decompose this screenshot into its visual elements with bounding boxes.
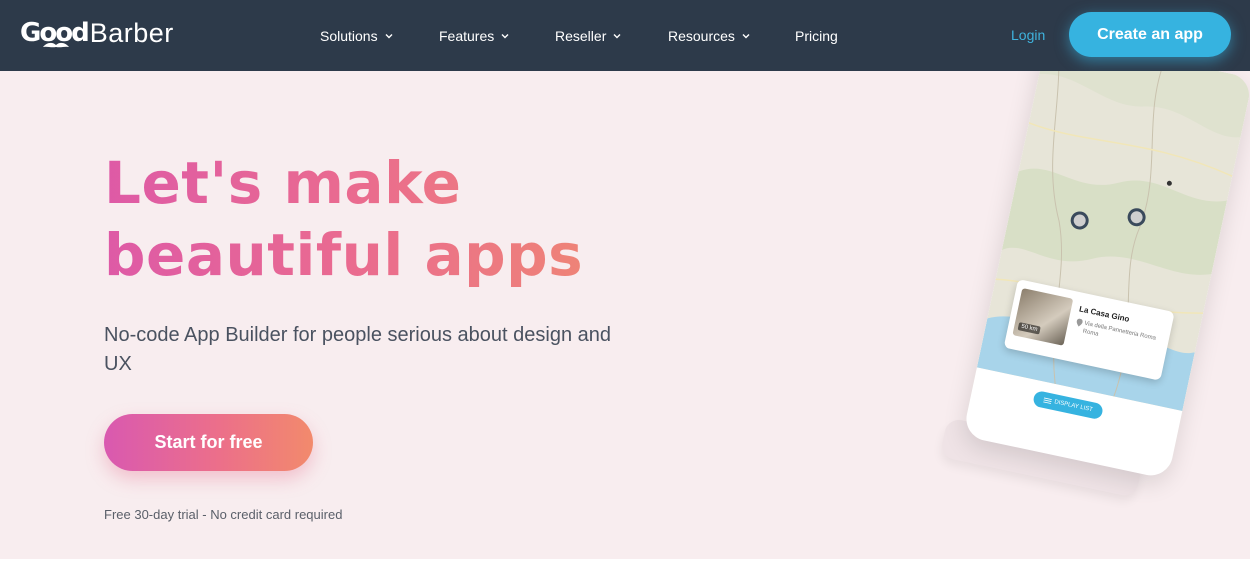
logo-barber-text: Barber xyxy=(89,17,174,48)
display-list-button[interactable]: DISPLAY LIST xyxy=(1032,389,1104,421)
login-link[interactable]: Login xyxy=(1011,27,1045,43)
nav-label-features: Features xyxy=(439,27,495,44)
nav-label-solutions: Solutions xyxy=(320,27,378,44)
hero-subtitle: No-code App Builder for people serious a… xyxy=(104,324,612,375)
list-icon xyxy=(1043,397,1052,404)
mustache-logo-icon xyxy=(43,42,69,48)
trial-note: Free 30-day trial - No credit card requi… xyxy=(104,507,343,522)
phone-screen: 50 km La Casa Gino Via della Pannetteria… xyxy=(962,71,1250,480)
nav-label-pricing: Pricing xyxy=(795,27,838,44)
create-app-button[interactable]: Create an app xyxy=(1069,12,1231,57)
nav-label-reseller: Reseller xyxy=(555,27,607,44)
display-list-label: DISPLAY LIST xyxy=(1053,399,1094,414)
page-bottom-strip xyxy=(0,559,1250,579)
nav-item-features[interactable]: Features xyxy=(439,28,510,44)
place-card-image xyxy=(1012,288,1074,346)
hero-title: Let's make beautiful apps xyxy=(104,147,664,291)
hero-section: Let's make beautiful apps No-code App Bu… xyxy=(0,71,1250,559)
start-for-free-button[interactable]: Start for free xyxy=(104,414,313,471)
hero-title-line-1: Let's make xyxy=(104,149,462,217)
place-card-address: Via della Pannetteria Roma Roma xyxy=(1082,320,1157,342)
map-pin-icon xyxy=(1076,318,1083,327)
phone-mockup: 50 km La Casa Gino Via della Pannetteria… xyxy=(926,71,1250,559)
chevron-down-icon xyxy=(501,33,509,38)
top-navigation-bar: Good Barber Solutions Features Reseller … xyxy=(0,0,1250,71)
nav-item-solutions[interactable]: Solutions xyxy=(320,28,394,44)
nav-item-resources[interactable]: Resources xyxy=(668,28,751,44)
nav-item-pricing[interactable]: Pricing xyxy=(795,28,838,44)
nav-label-resources: Resources xyxy=(668,27,735,44)
hero-title-line-2: beautiful apps xyxy=(104,221,584,289)
chevron-down-icon xyxy=(385,33,393,38)
chevron-down-icon xyxy=(613,33,621,38)
goodbarber-logo[interactable]: Good Barber xyxy=(20,16,174,50)
chevron-down-icon xyxy=(742,33,750,38)
nav-item-reseller[interactable]: Reseller xyxy=(555,28,622,44)
